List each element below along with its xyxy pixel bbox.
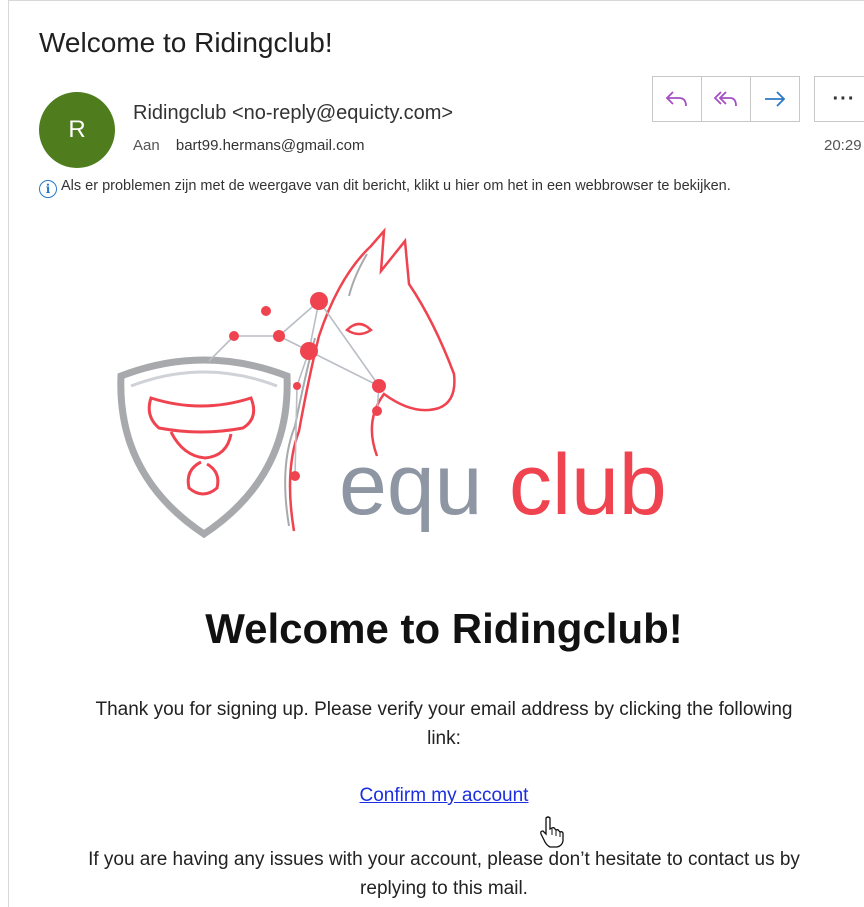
to-label: Aan bbox=[133, 137, 160, 154]
avatar-initial: R bbox=[68, 116, 86, 143]
reply-button[interactable] bbox=[652, 76, 702, 122]
info-message: Als er problemen zijn met de weergave va… bbox=[61, 178, 731, 194]
logo-word-equ: equ bbox=[339, 437, 483, 533]
sender-name[interactable]: Ridingclub <no-reply@equicty.com> bbox=[133, 102, 453, 125]
confirm-account-link[interactable]: Confirm my account bbox=[360, 785, 529, 806]
sender-avatar[interactable]: R bbox=[39, 92, 115, 168]
body-outro: If you are having any issues with your a… bbox=[88, 849, 800, 899]
forward-button[interactable] bbox=[750, 76, 800, 122]
reply-all-button[interactable] bbox=[701, 76, 751, 122]
forward-icon bbox=[765, 91, 786, 107]
body-heading: Welcome to Ridingclub! bbox=[205, 605, 683, 652]
hand-cursor-icon bbox=[540, 816, 564, 848]
reply-icon bbox=[665, 91, 687, 107]
logo-word-club: club bbox=[509, 437, 667, 533]
equclub-logo: equ club bbox=[117, 227, 667, 539]
email-subject: Welcome to Ridingclub! bbox=[39, 27, 333, 58]
received-time: 20:29 bbox=[824, 137, 862, 154]
email-reading-pane: Welcome to Ridingclub! R Ridingclub <no-… bbox=[8, 0, 864, 907]
more-icon: ··· bbox=[832, 87, 856, 110]
info-icon: i bbox=[39, 180, 57, 198]
reply-all-icon bbox=[713, 91, 737, 107]
recipient-address[interactable]: bart99.hermans@gmail.com bbox=[176, 137, 365, 154]
info-bar[interactable]: i Als er problemen zijn met de weergave v… bbox=[39, 176, 859, 198]
confirm-link-wrapper: Confirm my account bbox=[9, 785, 864, 807]
body-intro: Thank you for signing up. Please verify … bbox=[95, 699, 793, 749]
more-actions-button[interactable]: ··· bbox=[814, 76, 864, 122]
recipient-row: Aan bart99.hermans@gmail.com bbox=[133, 137, 365, 154]
message-actions: ··· bbox=[652, 76, 864, 122]
